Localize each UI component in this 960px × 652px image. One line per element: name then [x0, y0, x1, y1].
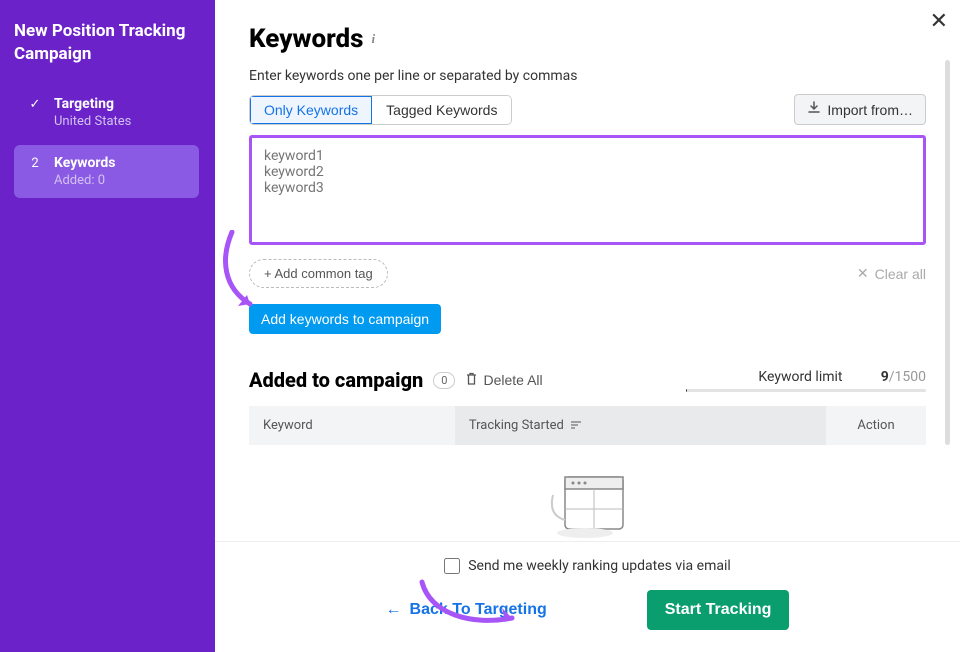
- weekly-updates-checkbox[interactable]: [444, 558, 460, 574]
- weekly-updates-label: Send me weekly ranking updates via email: [468, 558, 731, 574]
- added-section-title: Added to campaign: [249, 368, 423, 392]
- keywords-textarea-highlight: [249, 135, 926, 245]
- tag-row: + Add common tag ✕ Clear all: [249, 259, 926, 288]
- import-button[interactable]: Import from…: [794, 94, 926, 125]
- page-title-text: Keywords: [249, 24, 364, 54]
- delete-all-label: Delete All: [483, 372, 542, 388]
- added-section-header: Added to campaign 0 Delete All Keyword l…: [249, 368, 926, 392]
- sidebar: New Position Tracking Campaign ✓ Targeti…: [0, 0, 215, 652]
- add-keywords-button[interactable]: Add keywords to campaign: [249, 304, 441, 334]
- sidebar-item-label: Targeting: [54, 96, 131, 112]
- sidebar-steps: ✓ Targeting United States 2 Keywords Add…: [14, 86, 199, 198]
- th-keyword[interactable]: Keyword: [249, 406, 455, 445]
- trash-icon: [465, 372, 478, 389]
- check-icon: ✓: [26, 97, 44, 112]
- sort-icon: [571, 421, 581, 432]
- sidebar-item-sub: United States: [54, 114, 131, 129]
- sidebar-step-targeting[interactable]: ✓ Targeting United States: [14, 86, 199, 139]
- delete-all-button[interactable]: Delete All: [465, 372, 542, 389]
- scroll-area: ✕ Keywords i Enter keywords one per line…: [215, 0, 960, 547]
- import-label: Import from…: [827, 102, 913, 118]
- calendar-illustration-icon: [543, 465, 633, 545]
- page-title: Keywords i: [249, 24, 926, 54]
- keyword-mode-toggle: Only Keywords Tagged Keywords: [249, 95, 512, 125]
- step-number-icon: 2: [26, 156, 44, 171]
- limit-progress: [686, 389, 926, 392]
- tabs-row: Only Keywords Tagged Keywords Import fro…: [249, 94, 926, 125]
- download-icon: [807, 101, 821, 118]
- instruction-text: Enter keywords one per line or separated…: [249, 68, 926, 84]
- keywords-table: Keyword Tracking Started Action: [249, 406, 926, 445]
- main-panel: ✕ Keywords i Enter keywords one per line…: [215, 0, 960, 652]
- start-tracking-button[interactable]: Start Tracking: [647, 590, 790, 630]
- limit-label: Keyword limit: [758, 369, 842, 385]
- sidebar-item-label: Keywords: [54, 155, 116, 171]
- scrollbar[interactable]: [945, 60, 950, 445]
- close-icon[interactable]: ✕: [930, 8, 948, 34]
- clear-all-label: Clear all: [875, 266, 926, 282]
- tab-only-keywords[interactable]: Only Keywords: [250, 96, 372, 124]
- th-tracking-label: Tracking Started: [469, 418, 564, 433]
- info-icon[interactable]: i: [372, 31, 376, 47]
- footer: Send me weekly ranking updates via email…: [215, 541, 960, 652]
- tab-tagged-keywords[interactable]: Tagged Keywords: [372, 96, 511, 124]
- weekly-updates-row: Send me weekly ranking updates via email: [249, 558, 926, 574]
- back-label: Back To Targeting: [410, 601, 547, 619]
- arrow-left-icon: ←: [386, 601, 402, 619]
- sidebar-step-keywords[interactable]: 2 Keywords Added: 0: [14, 145, 199, 198]
- close-small-icon: ✕: [857, 265, 869, 282]
- footer-buttons: ← Back To Targeting Start Tracking: [249, 590, 926, 630]
- sidebar-title: New Position Tracking Campaign: [14, 20, 199, 66]
- add-common-tag-button[interactable]: + Add common tag: [249, 259, 388, 288]
- clear-all-button[interactable]: ✕ Clear all: [857, 265, 926, 282]
- table-header-row: Keyword Tracking Started Action: [249, 406, 926, 445]
- keyword-limit: Keyword limit 9/1500: [686, 369, 926, 392]
- th-tracking-started[interactable]: Tracking Started: [455, 406, 826, 445]
- sidebar-item-sub: Added: 0: [54, 173, 116, 188]
- back-button[interactable]: ← Back To Targeting: [386, 601, 547, 619]
- added-count-badge: 0: [433, 372, 455, 389]
- keywords-textarea[interactable]: [252, 138, 923, 238]
- th-action: Action: [826, 406, 926, 445]
- limit-max: /1500: [889, 369, 926, 385]
- limit-used: 9: [881, 369, 889, 385]
